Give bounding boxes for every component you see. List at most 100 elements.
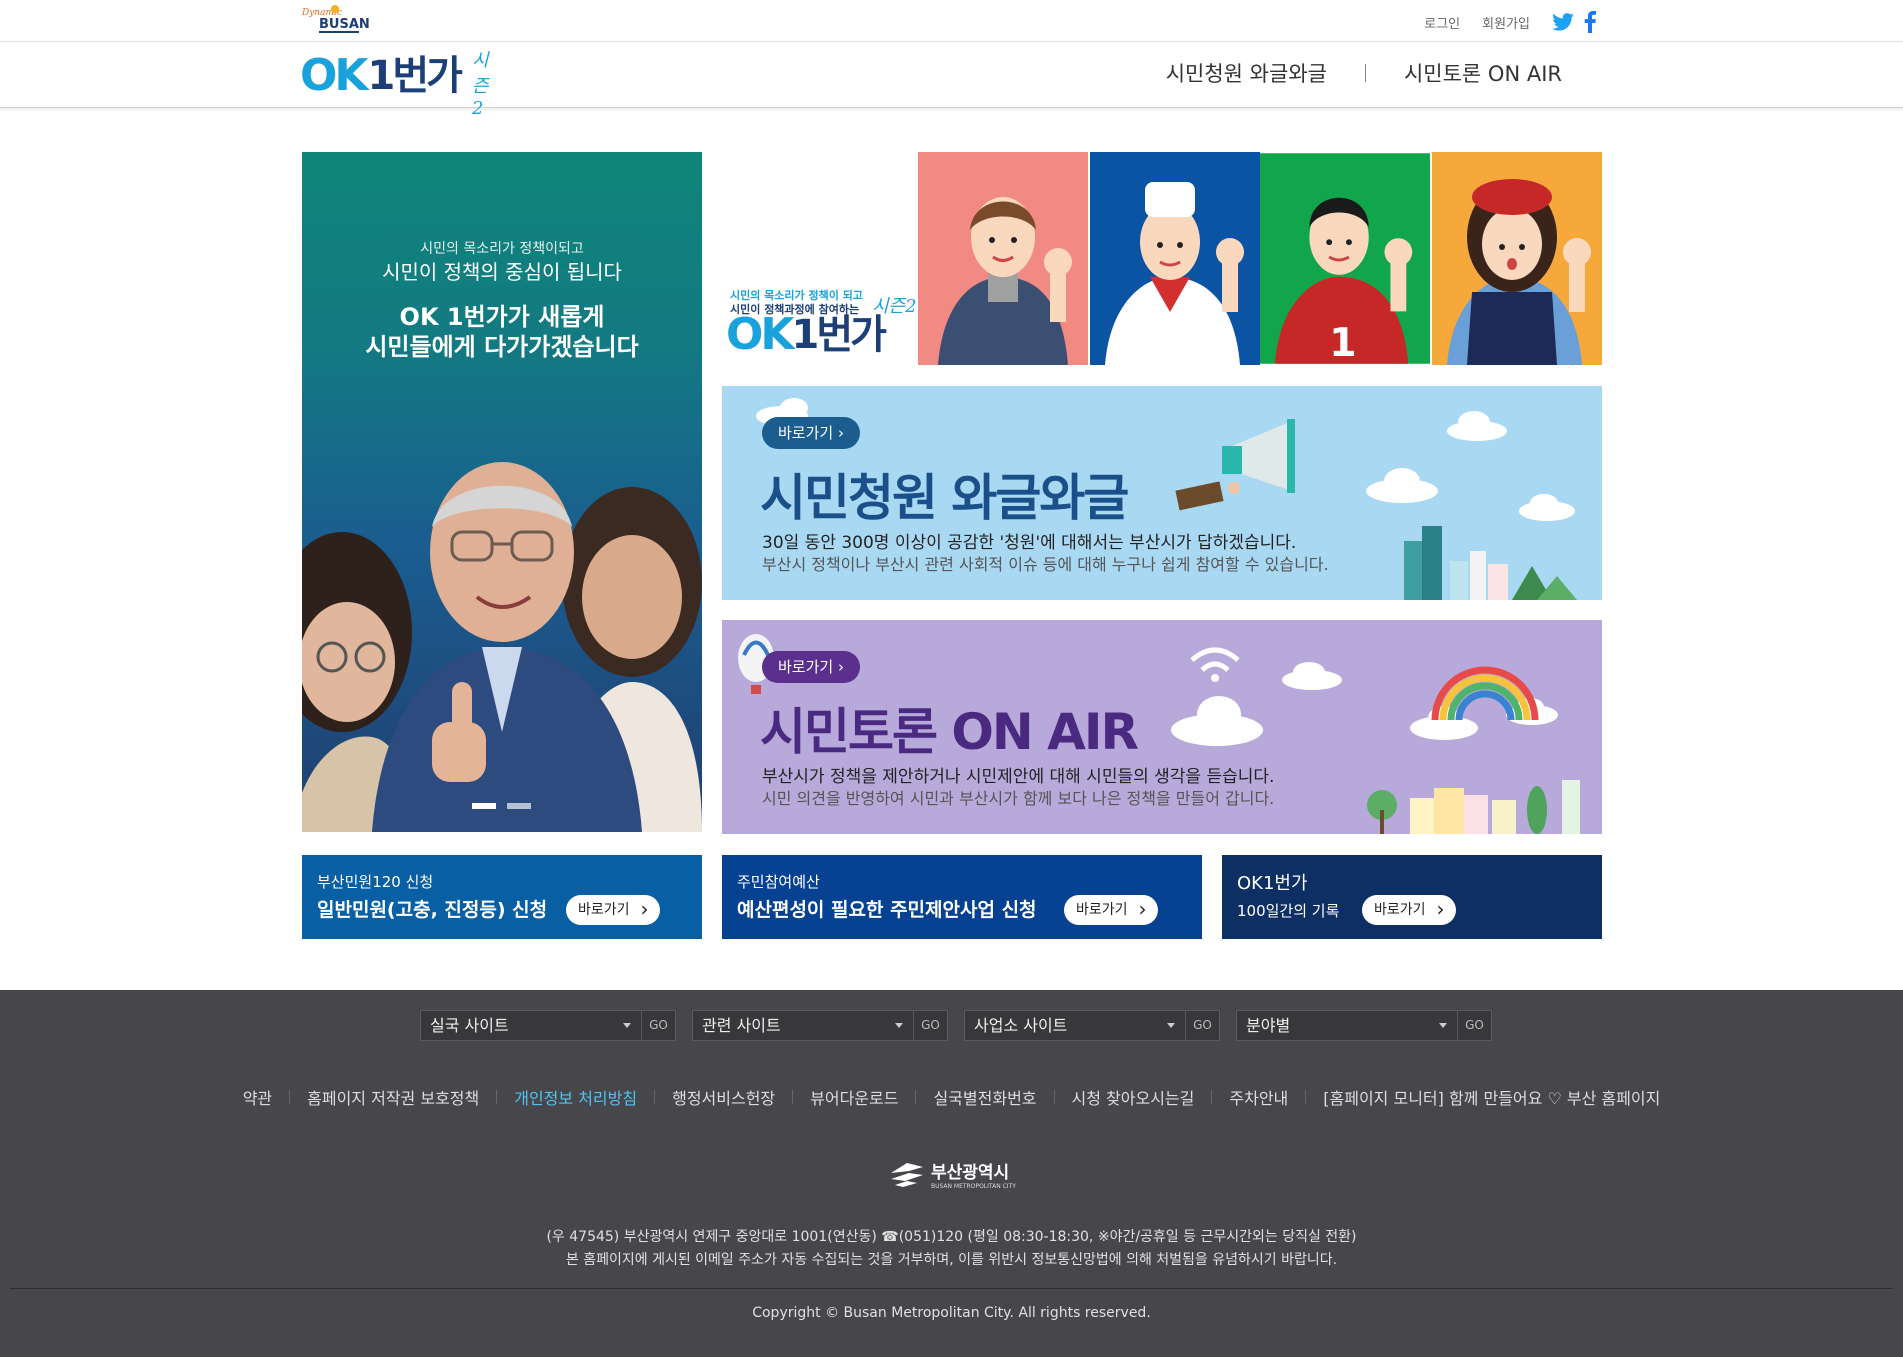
site-select-3: 사업소 사이트 GO	[964, 1010, 1236, 1041]
busan-city-logo: 부산광역시 BUSAN METROPOLITAN CITY	[889, 1158, 1016, 1190]
onair-banner[interactable]: 바로가기 › 시민토론 ON AIR 부산시가 정책을 제안하거나 시민제안에 …	[722, 620, 1602, 834]
civil-complaint-box[interactable]: 부산민원120 신청 일반민원(고충, 진정등) 신청 바로가기	[302, 855, 702, 939]
busan-symbol-icon	[891, 1163, 923, 1187]
site-select-dept[interactable]: 실국 사이트	[420, 1010, 642, 1041]
wifi-icon	[1190, 647, 1240, 672]
footer-links: 약관 홈페이지 저작권 보호정책 개인정보 처리방침 행정서비스헌장 뷰어다운로…	[0, 1085, 1903, 1109]
civil-complaint-small: 부산민원120 신청	[317, 873, 434, 891]
site-select-dept-go[interactable]: GO	[642, 1010, 676, 1041]
illustration-citizen-3: 1	[1260, 153, 1430, 365]
nav-petition[interactable]: 시민청원 와글와글	[1166, 58, 1327, 88]
slider-dot-2[interactable]	[507, 803, 531, 809]
busan-logo-en: BUSAN METROPOLITAN CITY	[931, 1183, 1016, 1190]
logo-underline	[319, 31, 359, 33]
ok1-brand-logo[interactable]: OK 1번가 시즌2	[300, 48, 489, 119]
hero-subtitle: 시민의 목소리가 정책이되고	[420, 241, 584, 257]
brand-num: 1번가	[367, 53, 463, 99]
illustration-citizen-1	[918, 152, 1088, 365]
hero-headline-line1: OK 1번가가 새롭게	[399, 303, 605, 331]
megaphone-icon	[1175, 419, 1295, 511]
onair-go-label: 바로가기	[778, 658, 834, 676]
ok1-record-small: OK1번가	[1237, 873, 1308, 894]
hero-headline-line2: 시민들에게 다가가겠습니다	[365, 333, 639, 361]
illustration-citizen-4	[1432, 152, 1602, 365]
petition-go-label: 바로가기	[778, 424, 834, 442]
site-select-2: 관련 사이트 GO	[692, 1010, 964, 1041]
town-houses-icon	[1367, 780, 1580, 834]
onair-desc-2: 시민 의견을 반영하여 시민과 부산시가 함께 보다 나은 정책을 만들어 갑니…	[762, 789, 1275, 808]
site-select-4: 분야별 GO	[1236, 1010, 1508, 1041]
footer-address-line: (우 47545) 부산광역시 연제구 중앙대로 1001(연산동) ☎(051…	[546, 1229, 1357, 1245]
onair-go-button[interactable]: 바로가기 ›	[762, 651, 860, 683]
budget-proposal-title: 예산편성이 필요한 주민제안사업 신청	[737, 899, 1037, 921]
footer-link-monitor[interactable]: [홈페이지 모니터] 함께 만들어요 ♡ 부산 홈페이지	[1306, 1085, 1677, 1109]
civil-complaint-title: 일반민원(고충, 진정등) 신청	[317, 899, 548, 921]
hero-photo	[302, 462, 702, 832]
footer-link-copyright[interactable]: 홈페이지 저작권 보호정책	[290, 1085, 496, 1109]
top-links: 로그인 회원가입	[1424, 11, 1596, 33]
footer-link-directions[interactable]: 시청 찾아오시는길	[1055, 1085, 1212, 1109]
civil-complaint-go-button[interactable]: 바로가기	[566, 894, 660, 925]
site-footer: 실국 사이트 GO 관련 사이트 GO 사업소 사이트 GO 분야별 GO 약관…	[0, 990, 1903, 1357]
sns-links	[1552, 11, 1596, 33]
budget-proposal-box[interactable]: 주민참여예산 예산편성이 필요한 주민제안사업 신청 바로가기	[722, 855, 1202, 939]
footer-link-terms[interactable]: 약관	[226, 1085, 289, 1109]
petition-title: 시민청원 와글와글	[760, 469, 1129, 527]
petition-desc-2: 부산시 정책이나 부산시 관련 사회적 이슈 등에 대해 누구나 쉽게 참여할 …	[762, 555, 1329, 574]
hero-subtitle-2: 시민이 정책의 중심이 됩니다	[382, 260, 622, 284]
site-select-field[interactable]: 분야별	[1236, 1010, 1458, 1041]
site-selectors: 실국 사이트 GO 관련 사이트 GO 사업소 사이트 GO 분야별 GO	[420, 1010, 1508, 1041]
facebook-icon[interactable]	[1584, 11, 1596, 33]
slider-dot-1[interactable]	[472, 803, 496, 809]
footer-copyright: Copyright © Busan Metropolitan City. All…	[752, 1305, 1151, 1321]
onair-desc-1: 부산시가 정책을 제안하거나 시민제안에 대해 시민들의 생각을 듣습니다.	[762, 767, 1275, 787]
site-select-field-go[interactable]: GO	[1458, 1010, 1492, 1041]
hero-slider[interactable]: 시민의 목소리가 정책이되고 시민이 정책의 중심이 됩니다 OK 1번가가 새…	[302, 152, 702, 832]
join-link[interactable]: 회원가입	[1482, 13, 1530, 32]
banner-top-logo: OK 1번가	[726, 309, 887, 360]
login-link[interactable]: 로그인	[1424, 13, 1460, 32]
footer-notice-line: 본 홈페이지에 게시된 이메일 주소가 자동 수집되는 것을 거부하며, 이를 …	[565, 1252, 1338, 1268]
footer-link-parking[interactable]: 주차안내	[1212, 1085, 1305, 1109]
dynamic-busan-logo-main: BUSAN	[319, 17, 370, 32]
hero-headline: OK 1번가가 새롭게 시민들에게 다가가겠습니다	[302, 302, 702, 362]
petition-go-button[interactable]: 바로가기 ›	[762, 417, 860, 449]
ok1-record-go-button[interactable]: 바로가기	[1362, 894, 1456, 925]
brand-season: 시즌2	[472, 50, 489, 119]
top-bar: Dynamic BUSAN 로그인 회원가입	[0, 0, 1903, 42]
site-select-1: 실국 사이트 GO	[420, 1010, 692, 1041]
site-select-related-go[interactable]: GO	[914, 1010, 948, 1041]
main-nav: 시민청원 와글와글 시민토론 ON AIR	[1166, 58, 1562, 88]
footer-link-viewer[interactable]: 뷰어다운로드	[793, 1085, 915, 1109]
nav-onair[interactable]: 시민토론 ON AIR	[1404, 58, 1562, 88]
dynamic-busan-logo[interactable]: Dynamic BUSAN	[300, 3, 372, 37]
footer-address: (우 47545) 부산광역시 연제구 중앙대로 1001(연산동) ☎(051…	[0, 1226, 1903, 1272]
banner-top-tagline-1: 시민의 목소리가 정책이 되고	[730, 289, 863, 302]
footer-link-charter[interactable]: 행정서비스헌장	[655, 1085, 792, 1109]
banner-top-logo-ok: OK	[726, 309, 794, 360]
site-select-office-go[interactable]: GO	[1186, 1010, 1220, 1041]
onair-title: 시민토론 ON AIR	[760, 703, 1139, 761]
site-select-related[interactable]: 관련 사이트	[692, 1010, 914, 1041]
nav-divider	[1364, 64, 1366, 82]
illustration-citizen-2	[1090, 152, 1260, 365]
site-select-office[interactable]: 사업소 사이트	[964, 1010, 1186, 1041]
ok1-record-box[interactable]: OK1번가 100일간의 기록 바로가기	[1222, 855, 1602, 939]
budget-proposal-small: 주민참여예산	[737, 873, 820, 891]
banner-top-logo-num: 1번가	[791, 312, 887, 358]
twitter-icon[interactable]	[1552, 13, 1574, 31]
brand-ok: OK	[300, 50, 368, 101]
site-header: OK 1번가 시즌2 시민청원 와글와글 시민토론 ON AIR	[0, 42, 1903, 119]
city-buildings-icon	[1404, 526, 1577, 600]
petition-desc-1: 30일 동안 300명 이상이 공감한 '청원'에 대해서는 부산시가 답하겠습…	[762, 533, 1297, 553]
petition-banner[interactable]: 바로가기 › 시민청원 와글와글 30일 동안 300명 이상이 공감한 '청원…	[722, 386, 1602, 600]
svg-text:1: 1	[1329, 320, 1357, 365]
busan-logo-ko: 부산광역시	[931, 1163, 1010, 1183]
budget-proposal-go-button[interactable]: 바로가기	[1064, 894, 1158, 925]
footer-link-phone[interactable]: 실국별전화번호	[916, 1085, 1053, 1109]
footer-link-privacy[interactable]: 개인정보 처리방침	[497, 1085, 654, 1109]
footer-divider	[10, 1288, 1893, 1289]
logo-sun	[331, 5, 339, 13]
ok1-season2-banner[interactable]: 시민의 목소리가 정책이 되고 시민이 정책과정에 참여하는 시즌2 OK 1번…	[722, 152, 1602, 365]
ok1-record-title: 100일간의 기록	[1237, 902, 1340, 920]
